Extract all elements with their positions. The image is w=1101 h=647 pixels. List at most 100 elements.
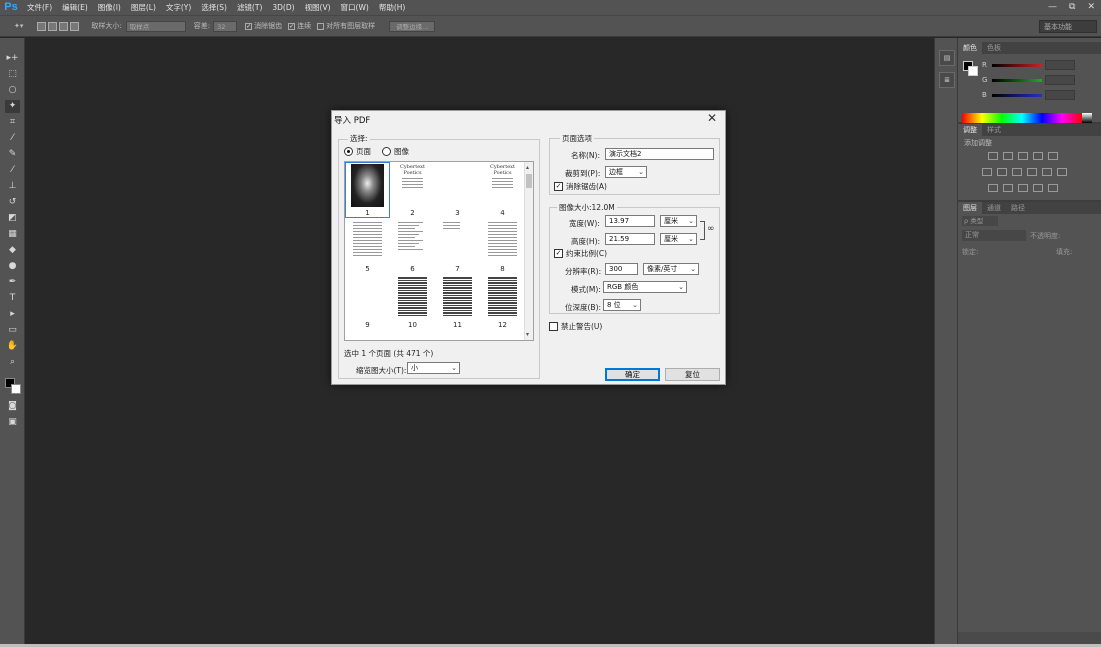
pen-tool-icon[interactable]: ✒ — [5, 276, 20, 289]
properties-panel-icon[interactable]: ≣ — [939, 72, 955, 88]
tab-channels[interactable]: 通道 — [982, 202, 1006, 214]
menu-type[interactable]: 文字(Y) — [161, 0, 196, 15]
bw-ramp[interactable] — [1082, 113, 1092, 123]
channel-mixer-icon[interactable] — [1042, 168, 1052, 176]
green-slider[interactable]: G — [982, 75, 1075, 85]
minimize-button[interactable]: — — [1048, 0, 1057, 15]
page-thumbnail[interactable]: Cybertext Poetics 2 — [390, 162, 435, 218]
brightness-icon[interactable] — [988, 152, 998, 160]
tab-layers[interactable]: 图层 — [958, 202, 982, 214]
add-selection-icon[interactable] — [48, 21, 58, 31]
history-panel-icon[interactable]: ▤ — [939, 50, 955, 66]
resolution-unit-select[interactable]: 像素/英寸 ⌄ — [643, 263, 699, 275]
color-lookup-icon[interactable] — [1057, 168, 1067, 176]
color-balance-icon[interactable] — [997, 168, 1007, 176]
healing-brush-tool-icon[interactable]: ✎ — [5, 148, 20, 161]
crop-to-select[interactable]: 边框 ⌄ — [605, 166, 647, 178]
reset-button[interactable]: 复位 — [665, 368, 720, 381]
dodge-tool-icon[interactable]: ● — [5, 260, 20, 273]
page-thumbnail[interactable]: 11 — [435, 274, 480, 330]
tab-color[interactable]: 颜色 — [958, 42, 982, 54]
curves-icon[interactable] — [1018, 152, 1028, 160]
radio-images-button[interactable] — [382, 147, 391, 156]
thumbnail-scrollbar[interactable]: ▴ ▾ — [524, 162, 533, 340]
eyedropper-tool-icon[interactable]: ⁄ — [5, 132, 20, 145]
suppress-warnings-option[interactable]: 禁止警告(U) — [549, 321, 602, 332]
sample-all-layers-checkbox[interactable] — [317, 22, 325, 30]
bit-depth-select[interactable]: 8 位 ⌄ — [603, 299, 641, 311]
tab-styles[interactable]: 样式 — [982, 124, 1006, 136]
hand-tool-icon[interactable]: ✋ — [5, 340, 20, 353]
exposure-icon[interactable] — [1033, 152, 1043, 160]
refine-edge-button[interactable]: 调整边缘... — [389, 20, 436, 32]
lasso-tool-icon[interactable]: ○ — [5, 84, 20, 97]
contiguous-checkbox[interactable]: ✓ — [288, 22, 296, 30]
page-thumbnail[interactable]: 6 — [390, 218, 435, 274]
width-unit-select[interactable]: 厘米 ⌄ — [660, 215, 697, 227]
page-thumbnail-grid[interactable]: 1 Cybertext Poetics 2 3 Cybertext Poetics 4 5 6… — [344, 161, 534, 341]
vibrance-icon[interactable] — [1048, 152, 1058, 160]
layer-kind-filter[interactable]: ρ 类型 — [962, 216, 998, 226]
width-input[interactable]: 13.97 — [605, 215, 655, 227]
page-thumbnail[interactable]: 3 — [435, 162, 480, 218]
antialias-checkbox[interactable]: ✓ — [245, 22, 253, 30]
page-thumbnail[interactable]: 8 — [480, 218, 525, 274]
antialias-option[interactable]: ✓ 消除锯齿(A) — [554, 181, 607, 192]
hue-saturation-icon[interactable] — [982, 168, 992, 176]
menu-view[interactable]: 视图(V) — [300, 0, 336, 15]
selection-mode-buttons[interactable] — [37, 21, 81, 31]
tolerance-input[interactable]: 32 — [213, 20, 238, 32]
threshold-icon[interactable] — [1018, 184, 1028, 192]
page-thumbnail[interactable]: 12 — [480, 274, 525, 330]
mode-select[interactable]: RGB 颜色 ⌄ — [603, 281, 687, 293]
height-input[interactable]: 21.59 — [605, 233, 655, 245]
antialias-checkbox[interactable]: ✓ — [554, 182, 563, 191]
radio-images[interactable]: 图像 — [382, 146, 409, 157]
thumb-size-select[interactable]: 小 ⌄ — [407, 362, 460, 374]
tab-paths[interactable]: 路径 — [1006, 202, 1030, 214]
background-color-swatch[interactable] — [11, 384, 21, 394]
screen-mode-icon[interactable]: ▣ — [5, 416, 20, 429]
crop-tool-icon[interactable]: ⌗ — [5, 116, 20, 129]
zoom-tool-icon[interactable]: ⌕ — [5, 356, 20, 369]
page-thumbnail[interactable]: 5 — [345, 218, 390, 274]
blue-slider[interactable]: B — [982, 90, 1075, 100]
menu-image[interactable]: 图像(I) — [93, 0, 126, 15]
menu-filter[interactable]: 滤镜(T) — [232, 0, 267, 15]
page-thumbnail[interactable]: 1 — [345, 162, 390, 218]
radio-pages-button[interactable] — [344, 147, 353, 156]
resolution-input[interactable]: 300 — [605, 263, 638, 275]
selective-color-icon[interactable] — [1048, 184, 1058, 192]
red-slider[interactable]: R — [982, 60, 1075, 70]
menu-select[interactable]: 选择(S) — [196, 0, 232, 15]
panel-background-swatch[interactable] — [968, 66, 978, 76]
constrain-checkbox[interactable]: ✓ — [554, 249, 563, 258]
page-thumbnail[interactable]: Cybertext Poetics 4 — [480, 162, 525, 218]
menu-edit[interactable]: 编辑(E) — [57, 0, 93, 15]
menu-window[interactable]: 窗口(W) — [336, 0, 374, 15]
clone-stamp-tool-icon[interactable]: ⊥ — [5, 180, 20, 193]
quick-mask-icon[interactable]: ◙ — [5, 400, 20, 413]
suppress-warnings-checkbox[interactable] — [549, 322, 558, 331]
page-thumbnail[interactable]: 9 — [345, 274, 390, 330]
menu-layer[interactable]: 图层(L) — [126, 0, 161, 15]
new-selection-icon[interactable] — [37, 21, 47, 31]
scroll-up-icon[interactable]: ▴ — [526, 164, 529, 171]
magic-wand-tool-preset[interactable]: ✦▾ — [14, 22, 23, 30]
rectangle-tool-icon[interactable]: ▭ — [5, 324, 20, 337]
history-brush-tool-icon[interactable]: ↺ — [5, 196, 20, 209]
posterize-icon[interactable] — [1003, 184, 1013, 192]
menu-3d[interactable]: 3D(D) — [267, 0, 299, 15]
workspace-select[interactable]: 基本功能 — [1039, 20, 1097, 33]
sample-size-select[interactable]: 取样点 — [125, 20, 186, 32]
marquee-tool-icon[interactable]: ⬚ — [5, 68, 20, 81]
brush-tool-icon[interactable]: ⁄ — [5, 164, 20, 177]
page-thumbnail[interactable]: 10 — [390, 274, 435, 330]
radio-pages[interactable]: 页面 — [344, 146, 371, 157]
eraser-tool-icon[interactable]: ◩ — [5, 212, 20, 225]
height-unit-select[interactable]: 厘米 ⌄ — [660, 233, 697, 245]
name-input[interactable]: 演示文档2 — [605, 148, 714, 160]
ok-button[interactable]: 确定 — [605, 368, 660, 381]
gradient-map-icon[interactable] — [1033, 184, 1043, 192]
scroll-down-icon[interactable]: ▾ — [526, 331, 529, 338]
